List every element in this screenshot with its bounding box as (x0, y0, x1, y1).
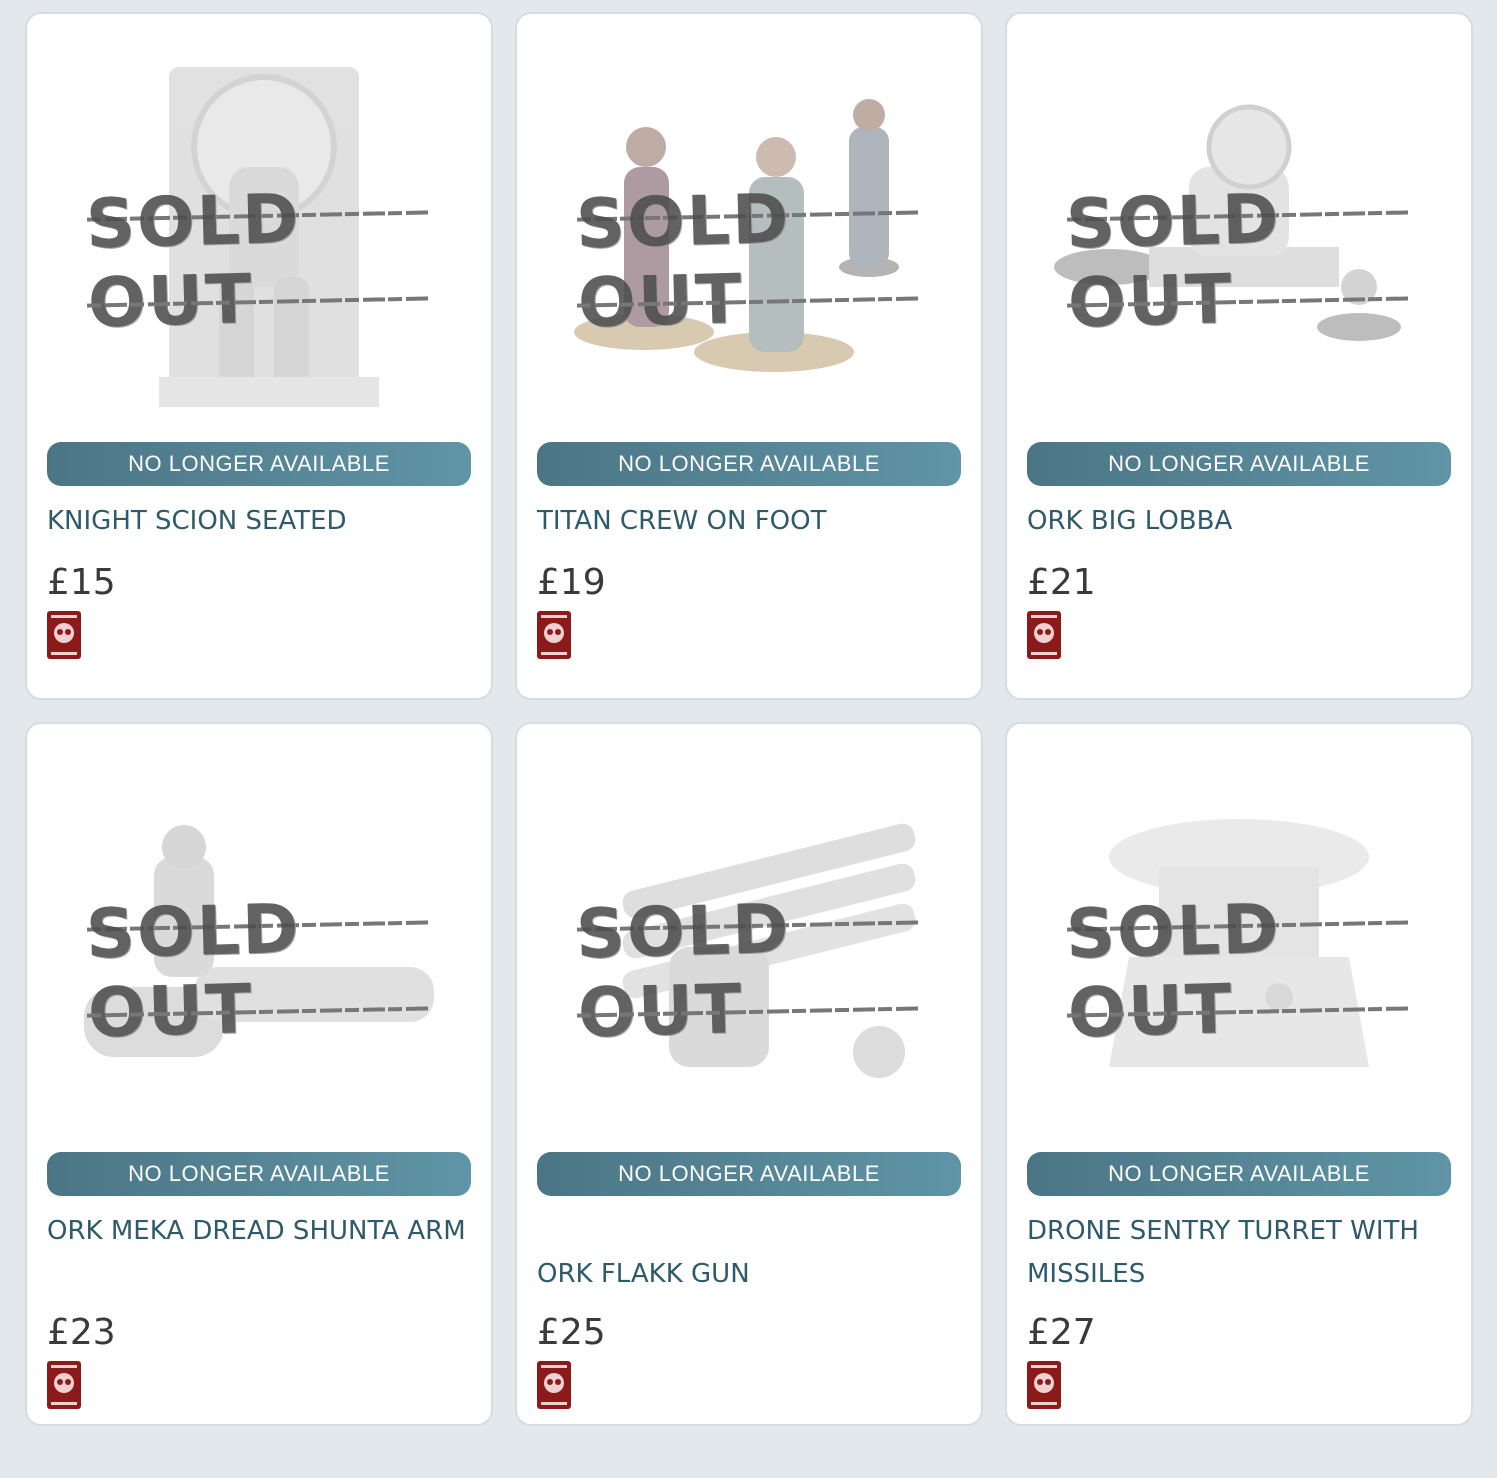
product-price: £23 (47, 1312, 116, 1353)
availability-badge: NO LONGER AVAILABLE (1027, 442, 1451, 486)
skull-emblem-icon (537, 611, 571, 659)
product-grid: SOLD OUT NO LONGER AVAILABLE KNIGHT SCIO… (25, 12, 1473, 1426)
sold-out-stamp: SOLD OUT (85, 180, 432, 343)
skull-emblem-icon (537, 1361, 571, 1409)
product-card[interactable]: SOLD OUT NO LONGER AVAILABLE TITAN CREW … (515, 12, 983, 700)
product-title[interactable]: KNIGHT SCION SEATED (47, 500, 471, 544)
skull-emblem-icon (1027, 611, 1061, 659)
product-price: £27 (1027, 1312, 1096, 1353)
product-title[interactable]: ORK MEKA DREAD SHUNTA ARM (47, 1210, 471, 1296)
product-title[interactable]: ORK BIG LOBBA (1027, 500, 1451, 544)
product-title[interactable]: TITAN CREW ON FOOT (537, 500, 961, 544)
availability-badge: NO LONGER AVAILABLE (537, 1152, 961, 1196)
skull-emblem-icon (47, 611, 81, 659)
availability-badge: NO LONGER AVAILABLE (47, 1152, 471, 1196)
product-image[interactable]: SOLD OUT (1027, 742, 1451, 1152)
skull-emblem-icon (47, 1361, 81, 1409)
product-image[interactable]: SOLD OUT (537, 32, 961, 442)
product-image[interactable]: SOLD OUT (47, 742, 471, 1152)
product-title[interactable]: ORK FLAKK GUN (537, 1210, 961, 1296)
product-price: £15 (47, 562, 116, 603)
product-card[interactable]: SOLD OUT NO LONGER AVAILABLE DRONE SENTR… (1005, 722, 1473, 1426)
product-image[interactable]: SOLD OUT (47, 32, 471, 442)
product-price: £25 (537, 1312, 606, 1353)
product-card[interactable]: SOLD OUT NO LONGER AVAILABLE ORK MEKA DR… (25, 722, 493, 1426)
availability-badge: NO LONGER AVAILABLE (537, 442, 961, 486)
product-price: £19 (537, 562, 606, 603)
product-title[interactable]: DRONE SENTRY TURRET WITH MISSILES (1027, 1210, 1451, 1296)
sold-out-stamp: SOLD OUT (1065, 180, 1412, 343)
sold-out-stamp: SOLD OUT (1065, 890, 1412, 1053)
product-image[interactable]: SOLD OUT (537, 742, 961, 1152)
product-price: £21 (1027, 562, 1096, 603)
sold-out-stamp: SOLD OUT (85, 890, 432, 1053)
sold-out-stamp: SOLD OUT (575, 180, 922, 343)
product-card[interactable]: SOLD OUT NO LONGER AVAILABLE ORK BIG LOB… (1005, 12, 1473, 700)
availability-badge: NO LONGER AVAILABLE (1027, 1152, 1451, 1196)
sold-out-stamp: SOLD OUT (575, 890, 922, 1053)
product-image[interactable]: SOLD OUT (1027, 32, 1451, 442)
product-card[interactable]: SOLD OUT NO LONGER AVAILABLE ORK FLAKK G… (515, 722, 983, 1426)
product-card[interactable]: SOLD OUT NO LONGER AVAILABLE KNIGHT SCIO… (25, 12, 493, 700)
availability-badge: NO LONGER AVAILABLE (47, 442, 471, 486)
skull-emblem-icon (1027, 1361, 1061, 1409)
